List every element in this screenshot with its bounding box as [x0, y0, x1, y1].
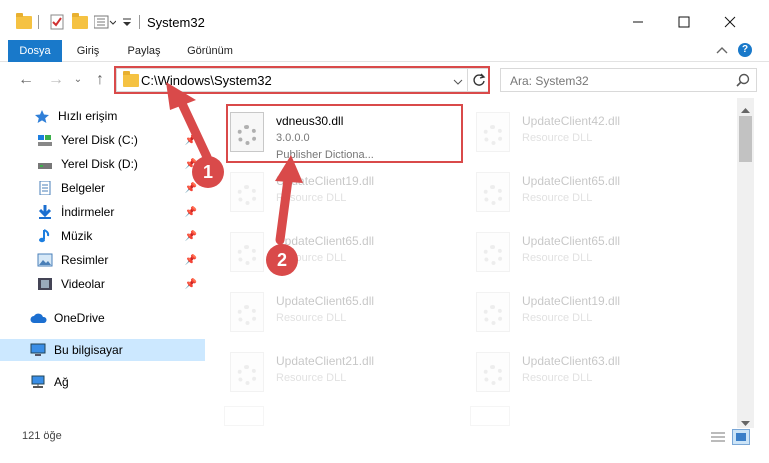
step-badge-1: 1	[192, 156, 224, 188]
arrow-2-head	[275, 155, 303, 183]
arrow-2	[275, 167, 294, 245]
annotation-arrows	[166, 82, 303, 245]
step-badge-2: 2	[266, 244, 298, 276]
